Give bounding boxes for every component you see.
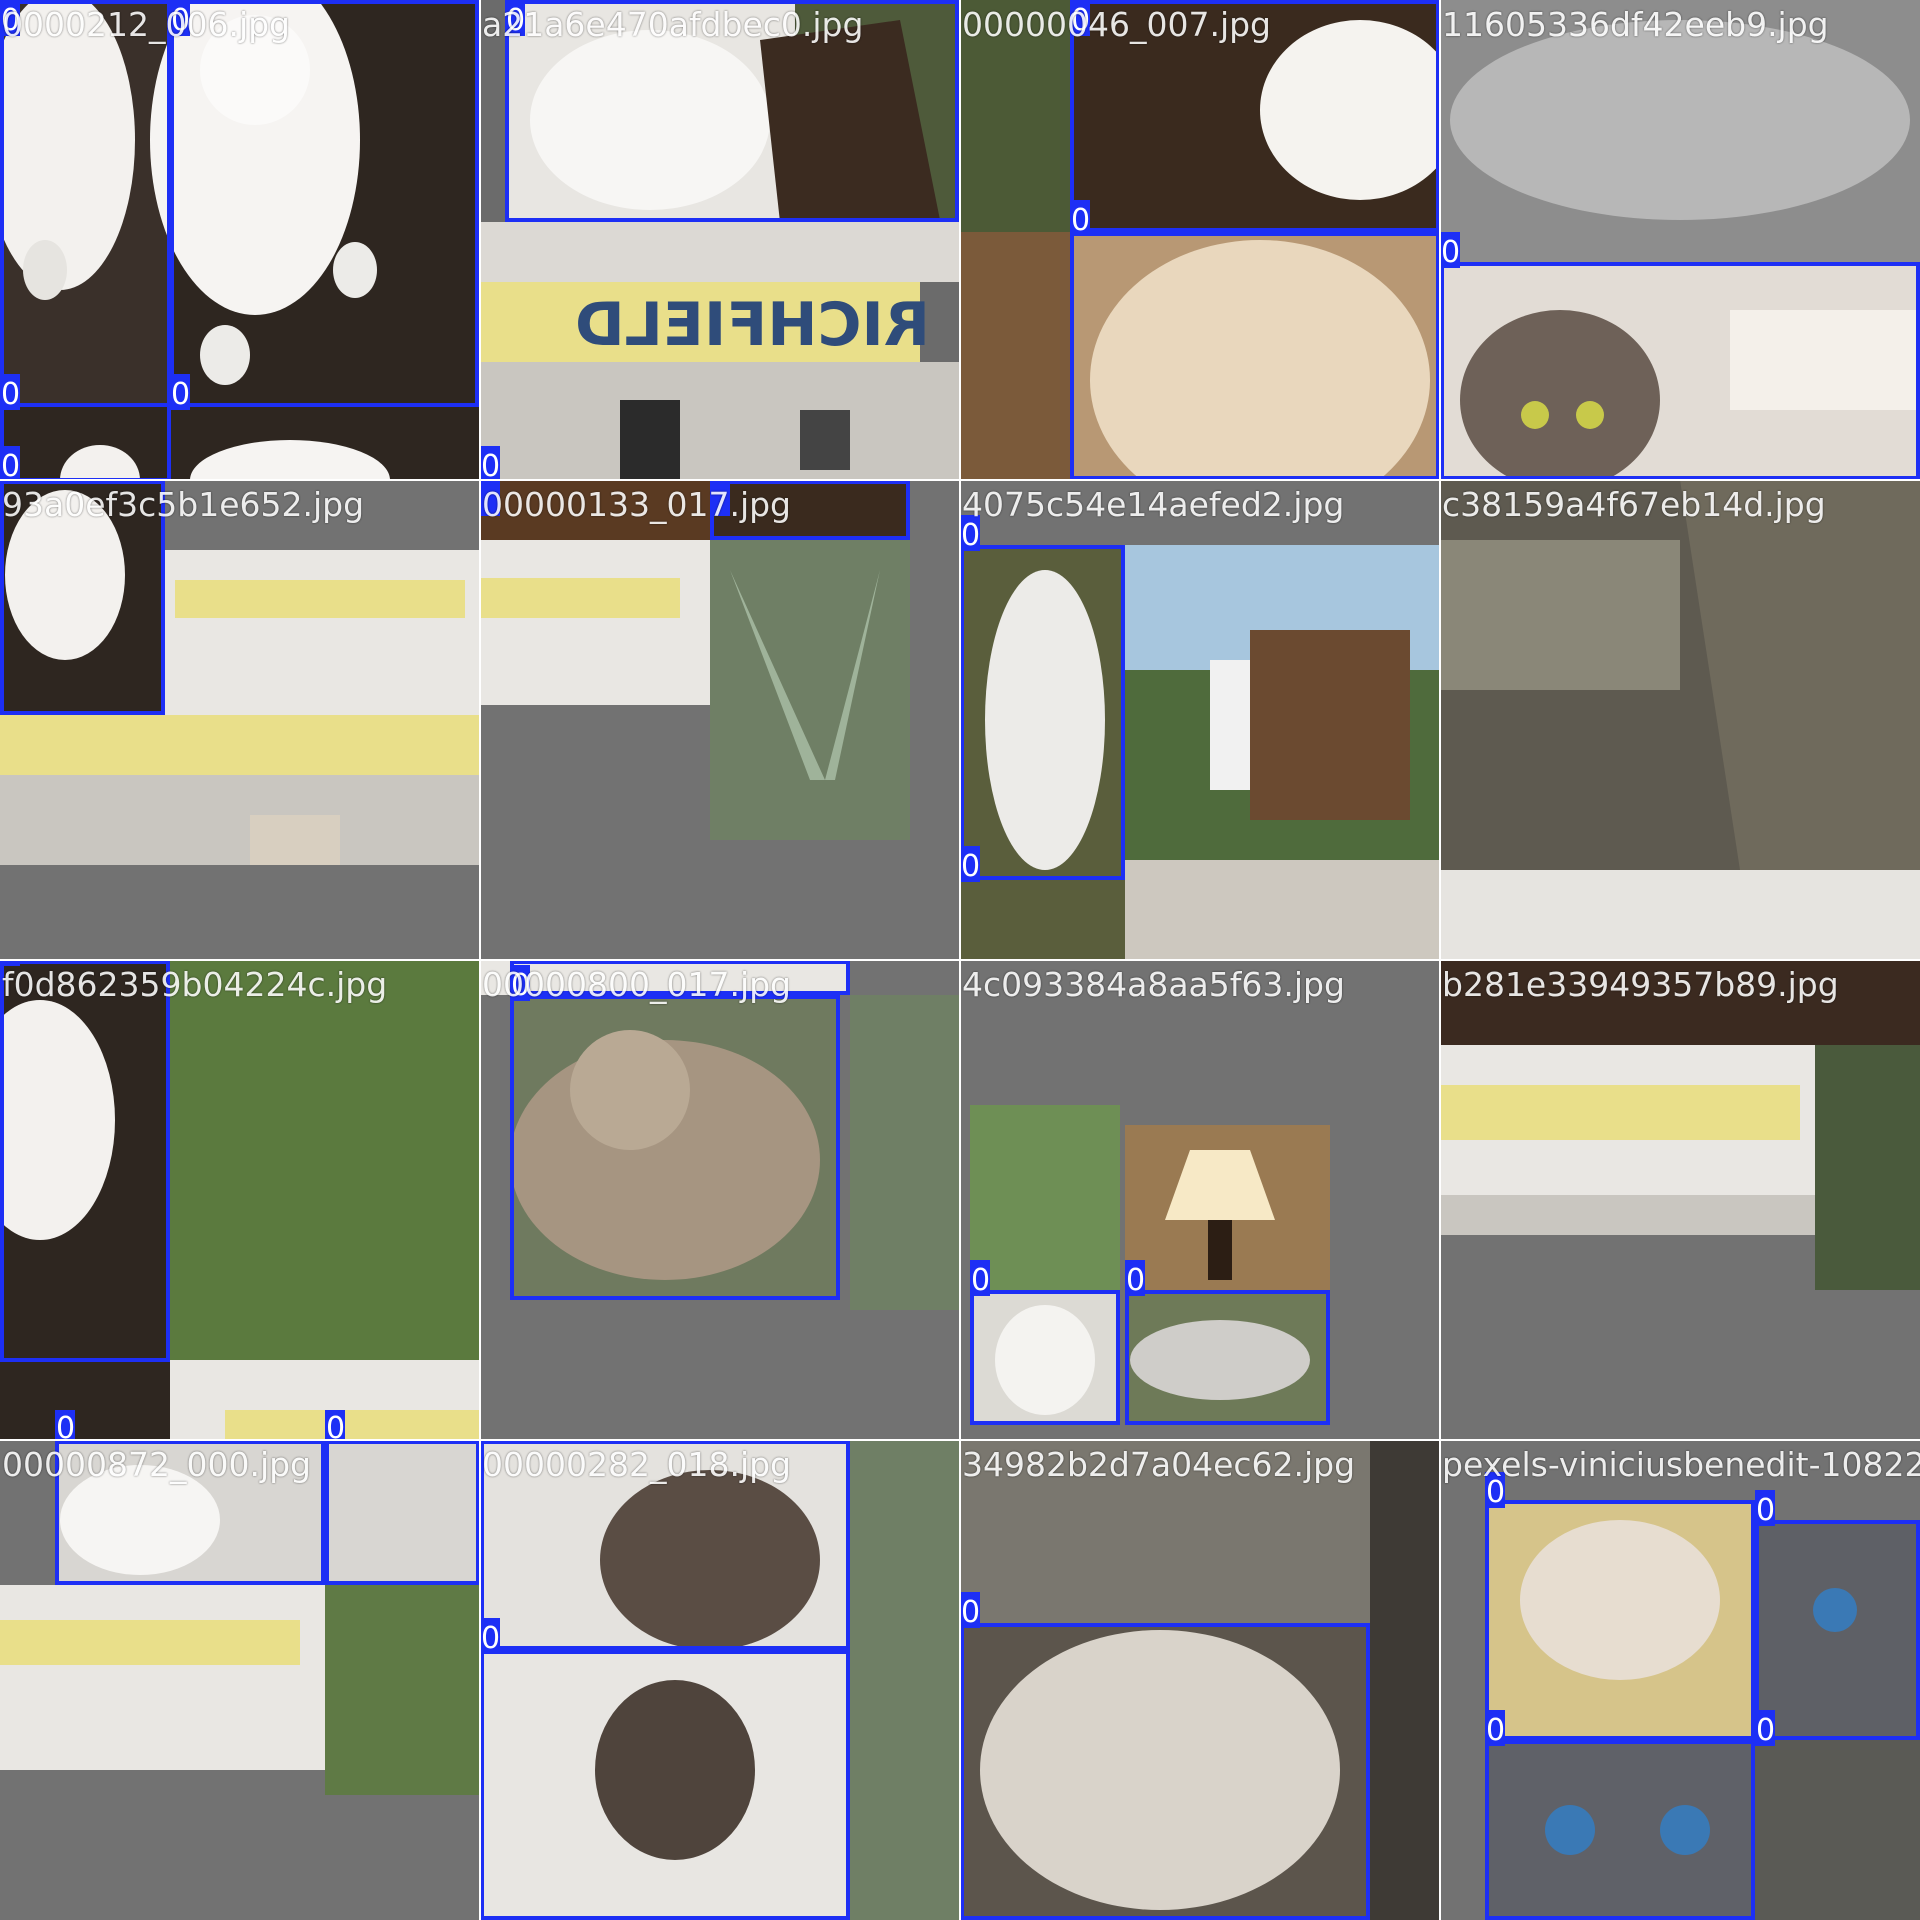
image-filename: 11605336df42eeb9.jpg bbox=[1442, 5, 1829, 44]
mosaic-tile: 0 00000282_018.jpg bbox=[480, 1440, 960, 1920]
tile-image: 0 0 bbox=[960, 480, 1440, 960]
mosaic-tile: 0 0 f0d862359b04224c.jpg bbox=[0, 960, 480, 1440]
mosaic-tile: b281e33949357b89.jpg bbox=[1440, 960, 1920, 1440]
mosaic-tile: 0 0 0 0 pexels-viniciusbenedit-10822 bbox=[1440, 1440, 1920, 1920]
mosaic-tile: c38159a4f67eb14d.jpg bbox=[1440, 480, 1920, 960]
tile-image: 0 bbox=[1440, 0, 1920, 480]
tile-image: 0 bbox=[960, 1440, 1440, 1920]
mosaic-tile: 0 0 00000046_007.jpg bbox=[960, 0, 1440, 480]
image-filename: pexels-viniciusbenedit-10822 bbox=[1442, 1445, 1920, 1484]
image-filename: b281e33949357b89.jpg bbox=[1442, 965, 1839, 1004]
grid-divider bbox=[0, 1439, 1920, 1441]
bbox-label: 0 bbox=[1441, 235, 1460, 270]
mosaic-tile: 0 0 4c093384a8aa5f63.jpg bbox=[960, 960, 1440, 1440]
image-filename: 00000046_007.jpg bbox=[962, 5, 1272, 44]
tile-image: RICHFIELD 0 0 bbox=[480, 0, 960, 480]
bbox-label: 0 bbox=[1, 377, 20, 412]
tile-image bbox=[0, 480, 480, 960]
grid-divider bbox=[0, 479, 1920, 481]
image-filename: 0000212_006.jpg bbox=[2, 5, 291, 44]
bbox-label: 0 bbox=[326, 1411, 345, 1440]
bbox-label: 0 bbox=[171, 377, 190, 412]
bbox-label: 0 bbox=[961, 1595, 980, 1630]
image-filename: 00000282_018.jpg bbox=[482, 1445, 792, 1484]
tile-image bbox=[480, 480, 960, 960]
image-filename: 4c093384a8aa5f63.jpg bbox=[962, 965, 1345, 1004]
bbox-label: 0 bbox=[1756, 1713, 1775, 1748]
tile-image bbox=[1440, 960, 1920, 1440]
mosaic-tile: 93a0ef3c5b1e652.jpg bbox=[0, 480, 480, 960]
mosaic-tile: 0 0 0 0 0 0000212_006.jpg bbox=[0, 0, 480, 480]
mosaic-tile: 0 11605336df42eeb9.jpg bbox=[1440, 0, 1920, 480]
tile-image: 0 0 bbox=[960, 960, 1440, 1440]
tile-image: 0 0 0 0 0 bbox=[0, 0, 480, 480]
bbox-label: 0 bbox=[1486, 1713, 1505, 1748]
tile-image: 0 0 bbox=[960, 0, 1440, 480]
bbox-label: 0 bbox=[1126, 1263, 1145, 1298]
image-filename: 00000872_000.jpg bbox=[2, 1445, 312, 1484]
bbox-label: 0 bbox=[1756, 1493, 1775, 1528]
mosaic-tile: 00000872_000.jpg bbox=[0, 1440, 480, 1920]
tile-image bbox=[0, 1440, 480, 1920]
mosaic-tile: 00000133_017.jpg bbox=[480, 480, 960, 960]
bbox-label: 0 bbox=[961, 849, 980, 884]
mosaic-grid: 0 0 0 0 0 0000212_006.jpg RICHFIELD 0 0 … bbox=[0, 0, 1920, 1920]
bbox-label: 0 bbox=[481, 1621, 500, 1656]
tile-image: 0 0 0 0 bbox=[1440, 1440, 1920, 1920]
bbox-label: 0 bbox=[971, 1263, 990, 1298]
bbox-label: 0 bbox=[56, 1411, 75, 1440]
image-filename: a21a6e470afdbec0.jpg bbox=[482, 5, 864, 44]
bbox-label: 0 bbox=[1, 449, 20, 480]
mosaic-tile: 0 0 4075c54e14aefed2.jpg bbox=[960, 480, 1440, 960]
image-filename: 93a0ef3c5b1e652.jpg bbox=[2, 485, 365, 524]
bbox-label: 0 bbox=[1071, 203, 1090, 238]
image-filename: c38159a4f67eb14d.jpg bbox=[1442, 485, 1826, 524]
image-filename: 00000800_017.jpg bbox=[482, 965, 792, 1004]
mosaic-tile: RICHFIELD 0 0 a21a6e470afdbec0.jpg bbox=[480, 0, 960, 480]
image-filename: 4075c54e14aefed2.jpg bbox=[962, 485, 1345, 524]
tile-image: 0 bbox=[480, 1440, 960, 1920]
mosaic-tile: 0 00000800_017.jpg bbox=[480, 960, 960, 1440]
tile-image bbox=[1440, 480, 1920, 960]
tile-image: 0 bbox=[480, 960, 960, 1440]
bbox-label: 0 bbox=[481, 449, 500, 480]
mosaic-tile: 0 34982b2d7a04ec62.jpg bbox=[960, 1440, 1440, 1920]
svg-text:RICHFIELD: RICHFIELD bbox=[575, 290, 930, 360]
grid-divider bbox=[0, 959, 1920, 961]
image-filename: 34982b2d7a04ec62.jpg bbox=[962, 1445, 1356, 1484]
image-filename: 00000133_017.jpg bbox=[482, 485, 792, 524]
image-filename: f0d862359b04224c.jpg bbox=[2, 965, 388, 1004]
tile-image: 0 0 bbox=[0, 960, 480, 1440]
